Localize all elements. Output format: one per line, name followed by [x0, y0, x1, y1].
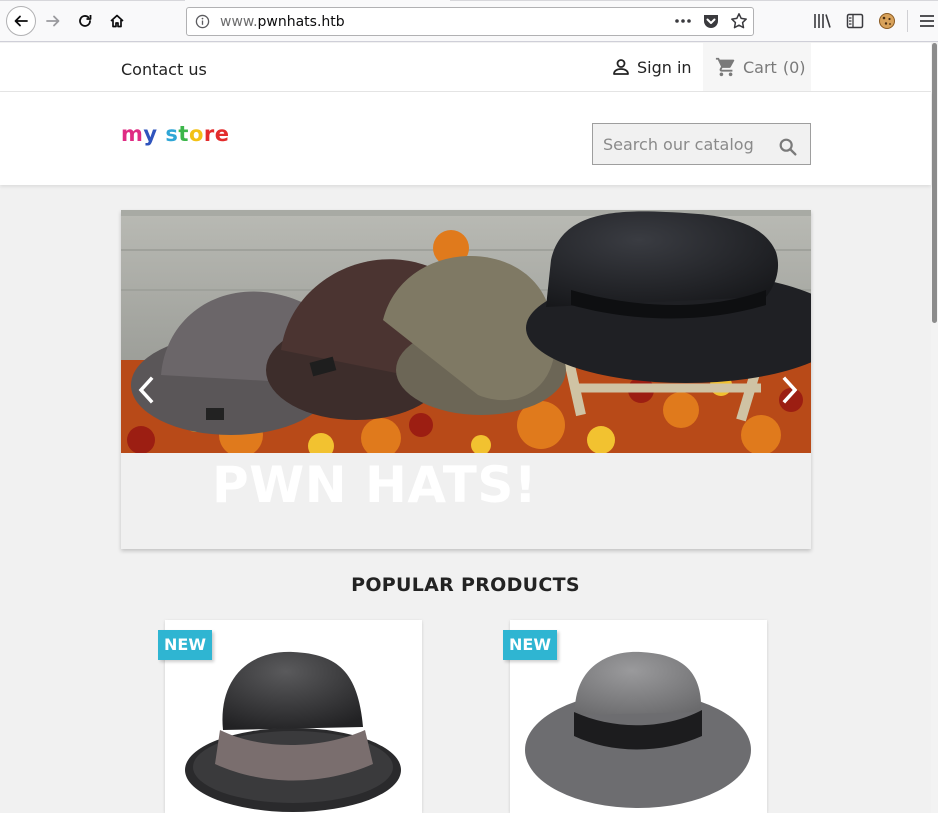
store-logo[interactable]: my store	[121, 122, 230, 146]
search-input[interactable]	[593, 124, 768, 164]
logo-letter: m	[121, 122, 144, 146]
browser-toolbar: www.pwnhats.htb	[0, 0, 938, 42]
cart-label: Cart	[743, 57, 777, 77]
header-main: my store	[0, 92, 931, 185]
bookmark-star-icon[interactable]	[730, 12, 748, 30]
scroll-thumb[interactable]	[932, 43, 937, 323]
new-badge: NEW	[503, 630, 557, 660]
logo-letter: r	[203, 122, 215, 146]
contact-us-link[interactable]: Contact us	[121, 60, 207, 79]
home-icon	[110, 14, 124, 28]
tab-strip-border	[0, 0, 938, 1]
logo-letter: o	[188, 122, 204, 146]
logo-letter: e	[214, 122, 230, 146]
library-icon[interactable]	[813, 12, 833, 30]
hats-banner-image	[121, 210, 811, 453]
toolbar-divider	[907, 10, 908, 32]
hero-carousel[interactable]: PWN HATS!	[121, 210, 811, 549]
cart-count: (0)	[782, 57, 806, 77]
logo-letter: s	[165, 122, 179, 146]
arrow-right-icon	[46, 15, 60, 27]
cart-button[interactable]: Cart (0)	[703, 43, 811, 91]
popular-products-heading: POPULAR PRODUCTS	[351, 574, 580, 596]
page-scrollbar[interactable]	[931, 43, 938, 813]
info-icon[interactable]	[195, 14, 210, 29]
pocket-icon[interactable]	[702, 13, 720, 30]
url-bar[interactable]: www.pwnhats.htb	[186, 7, 754, 36]
page-actions-icon[interactable]	[673, 11, 693, 31]
active-tab-edge	[185, 0, 450, 1]
top-nav: Contact us Sign in Cart (0)	[0, 43, 931, 92]
carousel-caption: PWN HATS!	[212, 456, 538, 514]
url-domain: pwnhats.htb	[257, 14, 345, 30]
user-icon	[613, 59, 629, 75]
search-widget	[592, 123, 811, 165]
back-button[interactable]	[6, 6, 36, 36]
carousel-prev-arrow-icon[interactable]	[135, 375, 159, 405]
logo-letter: t	[178, 122, 189, 146]
search-icon[interactable]	[777, 136, 799, 158]
logo-letter: y	[143, 122, 158, 146]
sidebar-icon[interactable]	[846, 12, 864, 30]
sign-in-label: Sign in	[637, 57, 692, 77]
carousel-next-arrow-icon[interactable]	[777, 375, 801, 405]
url-text[interactable]: www.pwnhats.htb	[220, 14, 345, 30]
reload-button[interactable]	[71, 7, 99, 35]
sign-in-link[interactable]: Sign in	[611, 57, 692, 77]
url-prefix: www.	[220, 14, 258, 30]
new-badge: NEW	[158, 630, 212, 660]
hamburger-menu-icon[interactable]	[918, 12, 936, 30]
cookie-icon[interactable]	[878, 12, 896, 30]
shopping-cart-icon	[715, 57, 735, 77]
home-button[interactable]	[103, 7, 131, 35]
forward-button[interactable]	[39, 7, 67, 35]
reload-icon	[79, 15, 92, 27]
arrow-left-icon	[14, 15, 28, 27]
